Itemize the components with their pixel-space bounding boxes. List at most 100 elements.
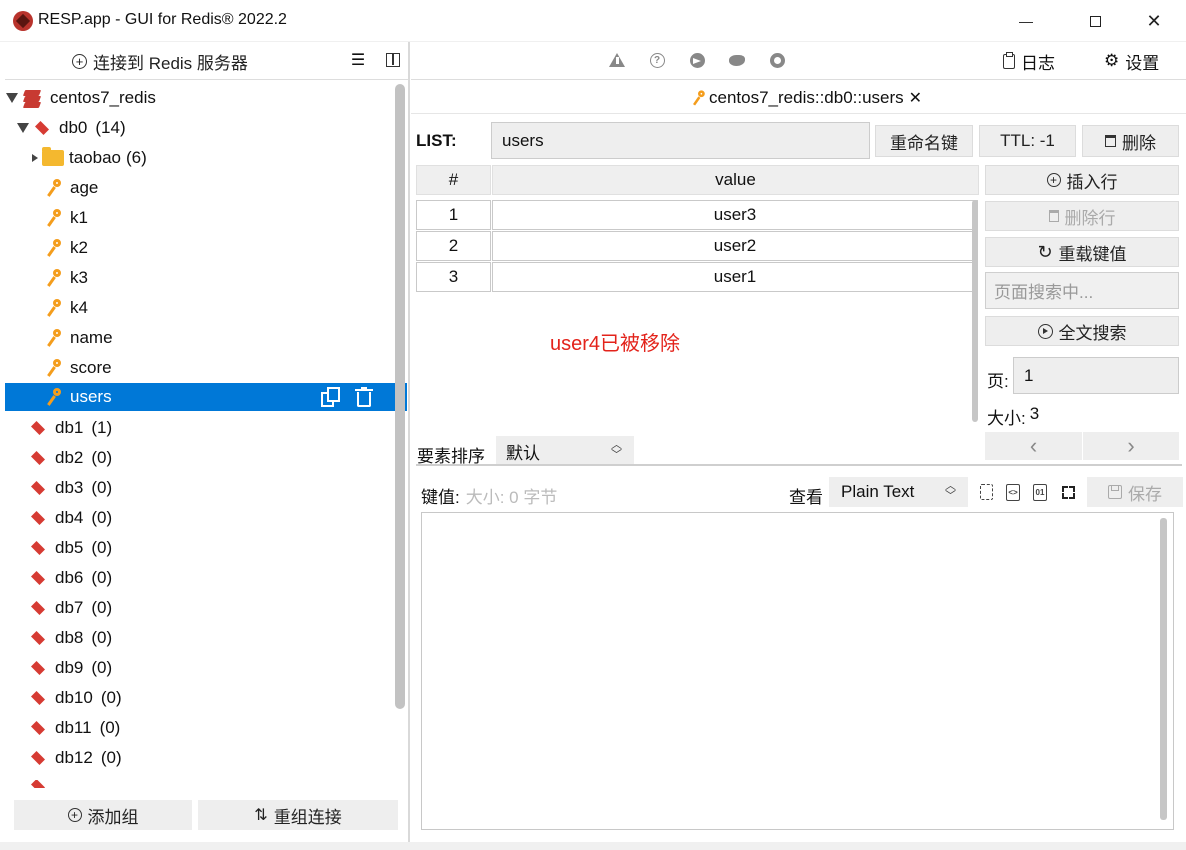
fulltext-search-button[interactable]: 全文搜索 [985,316,1179,346]
size-label: 大小: [987,409,1026,428]
binary-file-icon[interactable]: 01 [1030,482,1050,502]
list-view-button[interactable]: ☰ [348,50,368,70]
column-header-value[interactable]: value [492,165,979,195]
code-file-icon[interactable]: <> [1003,482,1023,502]
page-number-field[interactable]: 1 [1013,357,1179,394]
db-node[interactable]: db3 (0) [5,473,407,503]
delete-key-button[interactable]: 删除 [1082,125,1179,157]
next-page-button[interactable]: › [1083,432,1179,460]
connect-server-label: 连接到 Redis 服务器 [93,53,248,73]
key-name: k2 [70,238,88,257]
settings-button[interactable]: ⚙ 设置 [1104,49,1159,73]
paste-icon[interactable] [976,482,996,502]
db-count: (0) [91,478,113,497]
maximize-button[interactable] [1072,0,1118,42]
split-view-button[interactable] [383,50,403,70]
db-node[interactable]: db8 (0) [5,623,407,653]
gear-icon: ⚙ [1104,51,1120,70]
db-node[interactable]: db10 (0) [5,683,407,713]
minimize-button[interactable]: — [1003,0,1049,42]
page-search-input[interactable]: 页面搜索中... [985,272,1179,309]
key-item[interactable]: k1 [5,203,407,233]
value-editor[interactable] [421,512,1174,830]
db-node[interactable]: db1 (1) [5,413,407,443]
panel-divider[interactable] [408,42,410,842]
save-value-button[interactable]: 保存 [1087,477,1183,507]
db-node[interactable]: db7 (0) [5,593,407,623]
trash-icon [1105,135,1116,147]
table-row-index[interactable]: 2 [416,231,491,261]
reload-value-button[interactable]: ↻ 重载键值 [985,237,1179,267]
value-label: 键值: [421,488,460,507]
key-item[interactable]: k4 [5,293,407,323]
db-count: (0) [91,508,113,527]
db-node[interactable]: db11 (0) [5,713,407,743]
warning-icon[interactable] [608,51,626,69]
database-icon [29,781,49,788]
delete-key-icon[interactable] [355,387,373,407]
twitter-icon[interactable] [728,51,746,69]
ttl-button[interactable]: TTL: -1 [979,125,1076,157]
table-row-index[interactable]: 3 [416,262,491,292]
database-icon [29,663,49,673]
key-name: k1 [70,208,88,227]
updown-chevron-icon: ︿ ﹀ [945,480,956,502]
connection-node[interactable]: centos7_redis [5,83,407,113]
rename-key-button[interactable]: 重命名键 [875,125,973,157]
db-node-clipped [5,780,395,788]
connect-server-button[interactable]: + 连接到 Redis 服务器 [72,49,248,73]
close-window-button[interactable]: ✕ [1131,0,1177,42]
db-node[interactable]: db2 (0) [5,443,407,473]
help-icon[interactable]: ? [648,51,666,69]
tab-close-icon[interactable]: ✕ [909,88,922,108]
key-item[interactable]: age [5,173,407,203]
key-item-selected[interactable]: users [5,383,407,411]
db-node[interactable]: db9 (0) [5,653,407,683]
db-node[interactable]: db5 (0) [5,533,407,563]
regroup-button[interactable]: ⇅ 重组连接 [198,800,398,830]
key-item[interactable]: k3 [5,263,407,293]
table-row-index[interactable]: 1 [416,200,491,230]
db-node-db0[interactable]: db0 (14) [5,113,407,143]
format-select[interactable]: Plain Text ︿ ﹀ [829,477,968,507]
add-group-button[interactable]: + 添加组 [14,800,192,830]
key-type-label: LIST: [416,131,457,150]
db-node[interactable]: db12 (0) [5,743,407,773]
copy-key-icon[interactable] [321,387,341,407]
github-icon[interactable] [768,51,786,69]
table-row-value[interactable]: user2 [492,231,978,261]
key-item[interactable]: score [5,353,407,383]
db-count: (1) [91,418,113,437]
table-row-value[interactable]: user3 [492,200,978,230]
play-circle-icon [1037,323,1053,339]
editor-scrollbar[interactable] [1160,518,1167,820]
delete-row-label: 删除行 [1064,208,1116,228]
tab-underline [411,113,1186,114]
folder-icon [42,147,64,166]
log-button[interactable]: 日志 [1003,49,1055,73]
column-header-index[interactable]: # [416,165,491,195]
key-name-field[interactable]: users [491,122,870,159]
prev-page-button[interactable]: ‹ [985,432,1082,460]
fullscreen-icon[interactable] [1058,482,1078,502]
app-icon [13,11,33,31]
sort-select[interactable]: 默认 ︿ ﹀ [496,436,634,466]
key-item[interactable]: k2 [5,233,407,263]
key-tab[interactable]: centos7_redis::db0::users ✕ [692,88,922,108]
sidebar-scrollbar[interactable] [395,84,405,709]
telegram-icon[interactable] [688,51,706,69]
delete-row-button[interactable]: 删除行 [985,201,1179,231]
table-scrollbar[interactable] [972,200,978,422]
db-name: db0 [59,118,88,137]
folder-node-taobao[interactable]: taobao (6) [5,143,407,173]
database-icon [29,693,49,703]
db-name: db4 [55,508,84,527]
key-icon [47,209,63,227]
key-item[interactable]: name [5,323,407,353]
db-node[interactable]: db6 (0) [5,563,407,593]
db-name: db3 [55,478,84,497]
table-row-value[interactable]: user1 [492,262,978,292]
editor-separator[interactable] [416,464,1182,466]
db-node[interactable]: db4 (0) [5,503,407,533]
insert-row-button[interactable]: + 插入行 [985,165,1179,195]
